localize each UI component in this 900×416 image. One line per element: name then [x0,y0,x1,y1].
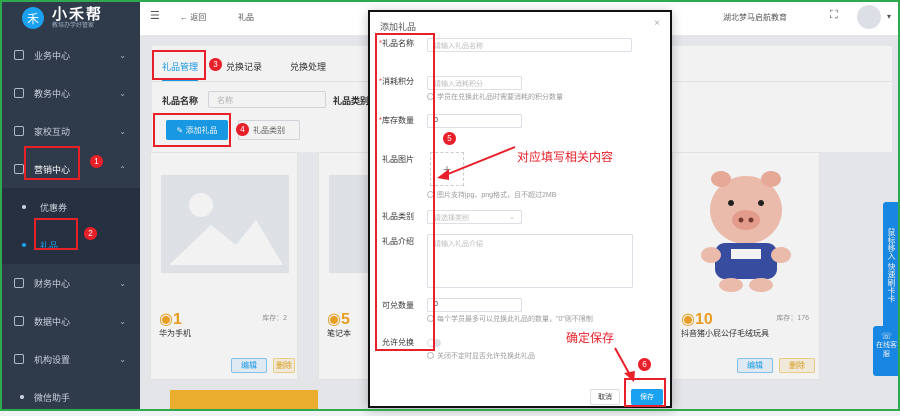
brand-subtitle: 教培办学好管家 [52,22,95,29]
help-icon [427,191,434,198]
exchangeable-hint-text: 每个学员最多可以兑换此礼品的数量，"0"则不限制 [437,316,593,323]
sidebar-subitem-label: 礼品 [40,240,59,251]
bullet-icon [22,243,26,247]
stock-input[interactable]: 0 [427,114,522,128]
stock-label-text: 库存数量 [382,116,414,125]
allow-exchange-toggle[interactable] [427,339,441,347]
annotation-fill-text: 对应填写相关内容 [517,150,614,164]
exchangeable-label: 可兑数量 [382,301,414,310]
caret-down-icon[interactable]: ▾ [887,12,891,21]
sidebar-item-label: 数据中心 [34,316,71,327]
points-input[interactable]: 请输入消耗积分 [427,76,522,90]
chevron-down-icon: ⌄ [119,278,126,288]
sidebar-item-label: 机构设置 [34,354,71,365]
sidebar-item-label: 家校互动 [34,126,71,137]
points-label-text: 消耗积分 [382,77,414,86]
step-marker: 2 [84,227,97,240]
step-marker: 3 [209,58,222,71]
points-hint-text: 学员在兑换此礼品时需要消耗的积分数量 [437,94,563,101]
category-select[interactable]: 请选择类别 ⌄ [427,210,522,224]
sidebar-submenu-marketing: 优惠券 礼品 [0,188,140,264]
allow-hint: 关闭不定时显否允许兑换此礼品 [427,351,535,361]
bullet-icon [20,395,24,399]
sidebar-item-data[interactable]: 数据中心 ⌄ [0,302,140,340]
back-label: 返回 [190,13,207,22]
help-icon [427,93,434,100]
image-label: 礼品图片 [382,155,414,164]
allow-label: 允许兑换 [382,338,414,347]
intro-label: 礼品介绍 [382,237,414,246]
arrow-icon [614,347,635,382]
business-icon [14,50,24,60]
sidebar-item-settings[interactable]: 机构设置 ⌄ [0,340,140,378]
sidebar-item-label: 微信助手 [34,392,71,403]
brand-name: 小禾帮 [52,5,104,23]
chevron-down-icon: ⌄ [119,88,126,98]
sidebar-item-label: 教务中心 [34,88,71,99]
points-hint: 学员在兑换此礼品时需要消耗的积分数量 [427,92,563,102]
stock-label: *库存数量 [378,116,414,125]
sidebar-item-business[interactable]: 业务中心 ⌄ [0,36,140,74]
cancel-button[interactable]: 取消 [590,389,620,405]
menu-toggle-icon[interactable]: ☰ [150,9,160,22]
logo: 禾 小禾帮 教培办学好管家 [0,0,140,36]
finance-icon [14,278,24,288]
chevron-down-icon: ⌄ [509,214,515,221]
sidebar-subitem-label: 优惠券 [40,202,68,213]
exchangeable-input[interactable]: 0 [427,298,522,312]
sidebar-subitem-gift[interactable]: 礼品 [0,226,140,264]
sidebar-subitem-coupon[interactable]: 优惠券 [0,188,140,226]
save-button[interactable]: 保存 [631,389,663,405]
sidebar-item-label: 财务中心 [34,278,71,289]
sidebar-item-marketing[interactable]: 营销中心 ⌃ [0,150,140,188]
image-hint-text: 图片支持jpg、png格式，且不超过2MB [437,192,557,199]
image-hint: 图片支持jpg、png格式，且不超过2MB [427,190,556,200]
sidebar-menu: 业务中心 ⌄ 教务中心 ⌄ 家校互动 ⌄ 营销中心 ⌃ 优惠券 礼品 财务中心 ⌄ 数据中… [0,36,140,416]
points-label: *消耗积分 [378,77,414,86]
sidebar-item-home-school[interactable]: 家校互动 ⌄ [0,112,140,150]
category-placeholder: 请选择类别 [434,215,469,222]
sidebar-item-academic[interactable]: 教务中心 ⌄ [0,74,140,112]
sidebar: 禾 小禾帮 教培办学好管家 业务中心 ⌄ 教务中心 ⌄ 家校互动 ⌄ 营销中心 ⌃ 优惠… [0,0,140,411]
breadcrumb: 礼品 [238,13,254,22]
chevron-down-icon: ⌄ [119,50,126,60]
back-link[interactable]: ← 返回 [180,12,206,23]
sidebar-item-wechat[interactable]: 微信助手 [0,378,140,416]
chevron-down-icon: ⌄ [119,316,126,326]
sidebar-item-label: 营销中心 [34,164,71,175]
gift-name-input[interactable]: 请输入礼品名称 [427,38,632,52]
chevron-up-icon: ⌃ [119,164,126,174]
gift-name-label: *礼品名称 [378,39,414,48]
gear-icon [14,354,24,364]
step-marker: 4 [236,123,249,136]
avatar[interactable] [857,5,881,29]
logo-icon: 禾 [22,7,44,29]
chevron-down-icon: ⌄ [119,354,126,364]
org-name: 湖北梦马启航教育 [723,13,787,22]
share-icon [14,164,24,174]
annotation-save-text: 确定保存 [566,331,615,345]
gift-name-label-text: 礼品名称 [382,39,414,48]
help-icon [427,315,434,322]
intro-textarea[interactable]: 请输入礼品介绍 [427,234,633,288]
chat-icon [14,126,24,136]
allow-hint-text: 关闭不定时显否允许兑换此礼品 [437,353,535,360]
sidebar-item-label: 业务中心 [34,50,71,61]
modal-title: 添加礼品 [380,22,417,32]
help-icon [427,352,434,359]
fullscreen-icon[interactable]: ⛶ [830,9,838,22]
step-marker: 1 [90,155,103,168]
bullet-icon [22,205,26,209]
chevron-down-icon: ⌄ [119,126,126,136]
close-icon[interactable]: × [654,18,660,29]
category-label: 礼品类别 [382,212,414,221]
chart-icon [14,316,24,326]
exchangeable-hint: 每个学员最多可以兑换此礼品的数量，"0"则不限制 [427,314,593,324]
book-icon [14,88,24,98]
sidebar-item-finance[interactable]: 财务中心 ⌄ [0,264,140,302]
arrow-icon [437,146,516,180]
